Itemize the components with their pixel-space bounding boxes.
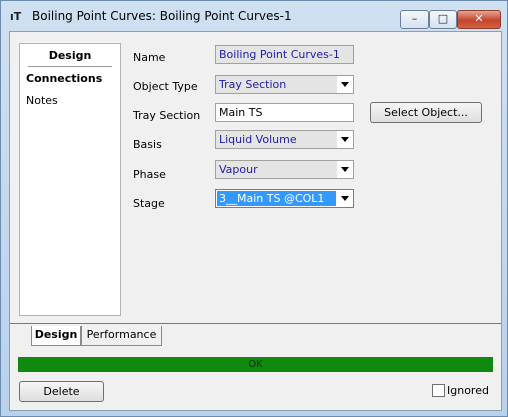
tray-section-field[interactable]: Main TS	[215, 103, 354, 122]
delete-button[interactable]: Delete	[19, 381, 104, 402]
chevron-down-icon[interactable]	[337, 161, 353, 178]
minimize-button[interactable]: –	[400, 10, 429, 29]
maximize-button[interactable]: □	[429, 10, 457, 29]
nav-header-divider	[28, 66, 112, 67]
stage-select[interactable]: 3__Main TS @COL1	[215, 189, 354, 208]
tray-section-label: Tray Section	[133, 109, 201, 122]
window-title: Boiling Point Curves: Boiling Point Curv…	[32, 9, 292, 23]
stage-value: 3__Main TS @COL1	[217, 191, 336, 206]
tab-design[interactable]: Design	[31, 326, 81, 346]
maximize-icon: □	[437, 12, 449, 25]
name-label: Name	[133, 51, 166, 64]
minimize-icon: –	[411, 12, 418, 25]
phase-label: Phase	[133, 168, 166, 181]
status-bar: OK	[18, 357, 493, 372]
select-object-button[interactable]: Select Object...	[370, 102, 482, 123]
phase-value: Vapour	[219, 163, 258, 176]
name-field[interactable]: Boiling Point Curves-1	[215, 45, 354, 64]
object-type-select[interactable]: Tray Section	[215, 75, 354, 94]
object-type-value: Tray Section	[219, 78, 287, 91]
stage-label: Stage	[133, 197, 165, 210]
chevron-down-icon[interactable]	[337, 131, 353, 148]
design-nav-panel: Design Connections Notes	[19, 43, 121, 316]
close-button[interactable]: ✕	[457, 10, 501, 29]
close-icon: ✕	[474, 12, 484, 25]
phase-select[interactable]: Vapour	[215, 160, 354, 179]
basis-select[interactable]: Liquid Volume	[215, 130, 354, 149]
ignored-label[interactable]: Ignored	[447, 384, 489, 397]
nav-item-connections[interactable]: Connections	[26, 72, 102, 85]
dialog-body: Design Connections Notes Name Boiling Po…	[9, 31, 502, 411]
nav-header: Design	[48, 49, 92, 62]
dialog-window: ıT Boiling Point Curves: Boiling Point C…	[0, 0, 508, 417]
basis-value: Liquid Volume	[219, 133, 297, 146]
chevron-down-icon[interactable]	[337, 190, 353, 207]
chevron-down-icon[interactable]	[337, 76, 353, 93]
ignored-checkbox[interactable]	[432, 384, 445, 397]
tab-divider	[10, 323, 501, 324]
title-bar[interactable]: ıT Boiling Point Curves: Boiling Point C…	[1, 1, 507, 31]
tab-performance[interactable]: Performance	[81, 326, 162, 346]
nav-item-notes[interactable]: Notes	[26, 94, 58, 107]
basis-label: Basis	[133, 138, 162, 151]
app-icon: ıT	[10, 10, 22, 23]
object-type-label: Object Type	[133, 80, 198, 93]
